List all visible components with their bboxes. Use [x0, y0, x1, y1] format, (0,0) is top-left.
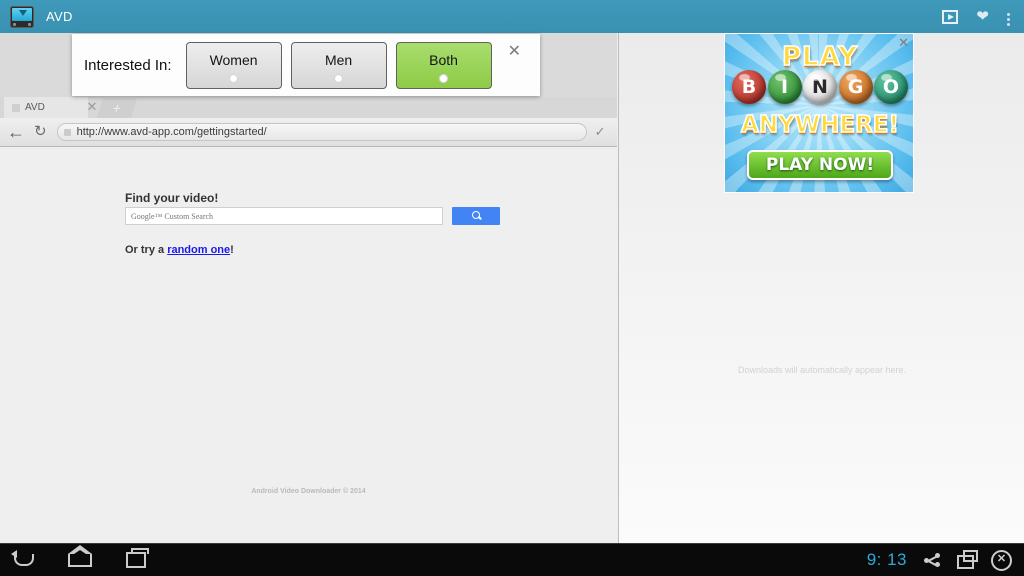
icon-feet: [13, 22, 16, 26]
bingo-ball: O: [874, 70, 908, 104]
close-circle-icon[interactable]: ✕: [991, 549, 1012, 571]
url-text: http://www.avd-app.com/gettingstarted/: [76, 126, 267, 138]
system-navigation-bar: 9: 13 ✕: [0, 543, 1024, 576]
bingo-ball: N: [803, 70, 837, 104]
page-heading: Find your video!: [125, 191, 219, 205]
browser-tab-avd[interactable]: AVD: [4, 97, 88, 118]
option-men-label: Men: [324, 51, 353, 68]
app-bar-actions: ❤: [942, 9, 1010, 24]
url-input[interactable]: http://www.avd-app.com/gettingstarted/: [56, 123, 587, 141]
random-suffix: !: [230, 244, 234, 256]
bingo-ball: B: [732, 70, 766, 104]
heart-icon[interactable]: ❤: [976, 9, 989, 24]
option-women[interactable]: Women: [185, 41, 282, 89]
browser-reload-icon[interactable]: ↻: [34, 124, 47, 140]
random-video-line: Or try a random one!: [125, 244, 234, 256]
search-button[interactable]: [452, 207, 500, 225]
interested-in-dialog: Interested In: Women Men Both ✕: [72, 34, 540, 96]
play-icon[interactable]: [942, 9, 959, 24]
ad-close-icon[interactable]: ✕: [898, 36, 909, 49]
search-row: [125, 207, 500, 225]
web-page-content: Find your video! Or try a random one! An…: [0, 147, 617, 544]
three-dots-icon[interactable]: [1007, 12, 1010, 16]
option-both[interactable]: Both: [395, 41, 492, 89]
ad-bingo-balls: B I N G O: [732, 70, 908, 104]
status-clock: 9: 13: [866, 550, 907, 569]
app-title: AVD: [46, 9, 73, 24]
ad-headline-anywhere: ANYWHERE!: [740, 111, 899, 139]
system-status-area: 9: 13 ✕: [866, 549, 1012, 571]
option-women-label: Women: [209, 51, 258, 68]
option-both-radio[interactable]: [438, 73, 448, 83]
new-tab-button[interactable]: +: [97, 98, 137, 118]
option-both-label: Both: [429, 51, 458, 68]
bingo-advertisement[interactable]: ✕ PLAY B I N G O ANYWHERE! PLAY NOW!: [724, 33, 914, 193]
screenshot-icon[interactable]: [957, 549, 978, 569]
dialog-close-icon[interactable]: ✕: [508, 44, 521, 60]
device-screen: AVD ❤ AVD ✕ + ← ↻ http://www.avd-app.com…: [0, 0, 1024, 576]
option-women-radio[interactable]: [228, 73, 238, 83]
share-icon[interactable]: [924, 553, 940, 567]
browser-toolbar: ← ↻ http://www.avd-app.com/gettingstarte…: [0, 118, 617, 147]
system-nav-buttons: [11, 544, 149, 568]
browser-tab-strip: AVD ✕ +: [0, 97, 617, 118]
back-icon[interactable]: [11, 550, 34, 566]
browser-tab-label: AVD: [25, 102, 45, 113]
avd-monitor-download-icon: [10, 5, 34, 28]
random-one-link[interactable]: random one: [167, 244, 230, 256]
app-bar: AVD ❤: [0, 0, 1024, 33]
downloads-empty-message: Downloads will automatically appear here…: [737, 365, 907, 375]
dialog-options: Women Men Both: [185, 41, 492, 89]
search-input[interactable]: [125, 207, 443, 225]
random-prefix: Or try a: [125, 244, 168, 256]
page-info-icon: [63, 128, 71, 136]
bingo-ball: G: [838, 70, 873, 104]
browser-pane: AVD ✕ + ← ↻ http://www.avd-app.com/getti…: [0, 33, 617, 544]
url-go-icon[interactable]: ✓: [595, 124, 606, 140]
option-men[interactable]: Men: [290, 41, 387, 89]
browser-back-icon[interactable]: ←: [7, 123, 25, 141]
option-men-radio[interactable]: [333, 73, 343, 83]
recent-apps-icon[interactable]: [126, 548, 149, 568]
bingo-ball: I: [767, 70, 802, 104]
icon-download-arrow: [19, 9, 27, 16]
ad-play-now-button[interactable]: PLAY NOW!: [747, 150, 893, 180]
page-footer: Android Video Downloader © 2014: [251, 488, 366, 495]
ad-headline-play: PLAY: [781, 41, 859, 73]
home-icon[interactable]: [68, 544, 92, 567]
magnifier-icon: [472, 211, 480, 219]
dialog-label: Interested In:: [84, 56, 172, 74]
favicon-icon: [12, 103, 20, 112]
